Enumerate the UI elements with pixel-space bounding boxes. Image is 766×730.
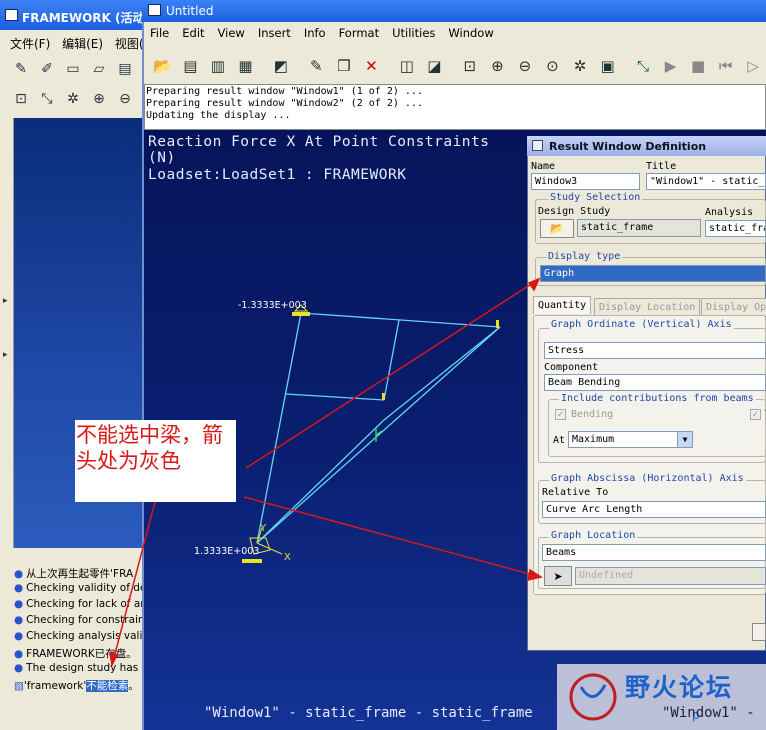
- watermark-logo-icon: [569, 673, 617, 721]
- window-caption: "Window1" - static_frame - static_frame: [204, 705, 533, 721]
- annotation-note: 不能选中梁，箭头处为灰色: [75, 420, 236, 502]
- arrowhead: [109, 651, 119, 668]
- arrowhead: [527, 568, 543, 581]
- annotation-arrow: [243, 496, 542, 578]
- annotation-arrows: [109, 277, 543, 668]
- arrowhead: [527, 277, 541, 292]
- annotation-arrow: [245, 278, 540, 469]
- annotation-arrow: [111, 501, 156, 666]
- window-caption-2: "Window1" -: [662, 705, 755, 721]
- watermark-text: 野火论坛: [625, 673, 734, 702]
